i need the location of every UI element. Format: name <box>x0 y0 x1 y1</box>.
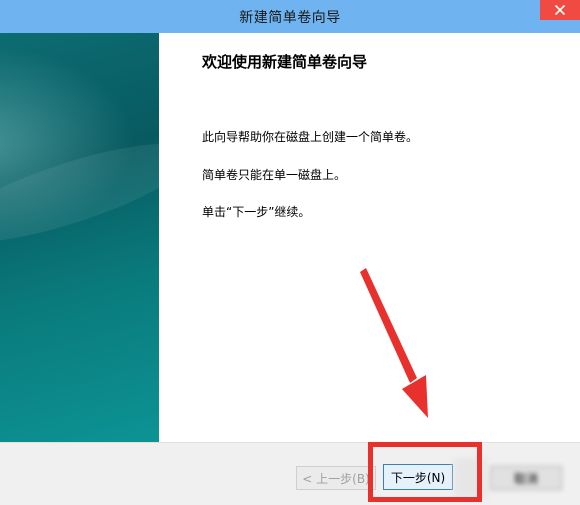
arrow-icon <box>360 268 428 418</box>
